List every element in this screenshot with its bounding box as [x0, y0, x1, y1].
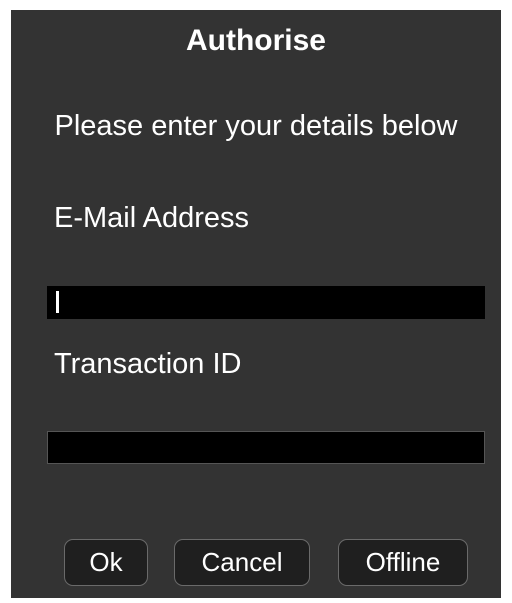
- transaction-id-input[interactable]: [47, 431, 485, 464]
- email-input[interactable]: [47, 286, 485, 319]
- email-label: E-Mail Address: [54, 202, 250, 234]
- dialog-subtitle: Please enter your details below: [54, 110, 458, 142]
- text-caret: [56, 291, 59, 313]
- transaction-id-label: Transaction ID: [54, 348, 242, 380]
- ok-button[interactable]: Ok: [64, 539, 148, 586]
- authorise-dialog: Authorise Please enter your details belo…: [11, 10, 501, 598]
- cancel-button[interactable]: Cancel: [174, 539, 310, 586]
- offline-button[interactable]: Offline: [338, 539, 468, 586]
- dialog-title: Authorise: [185, 24, 326, 57]
